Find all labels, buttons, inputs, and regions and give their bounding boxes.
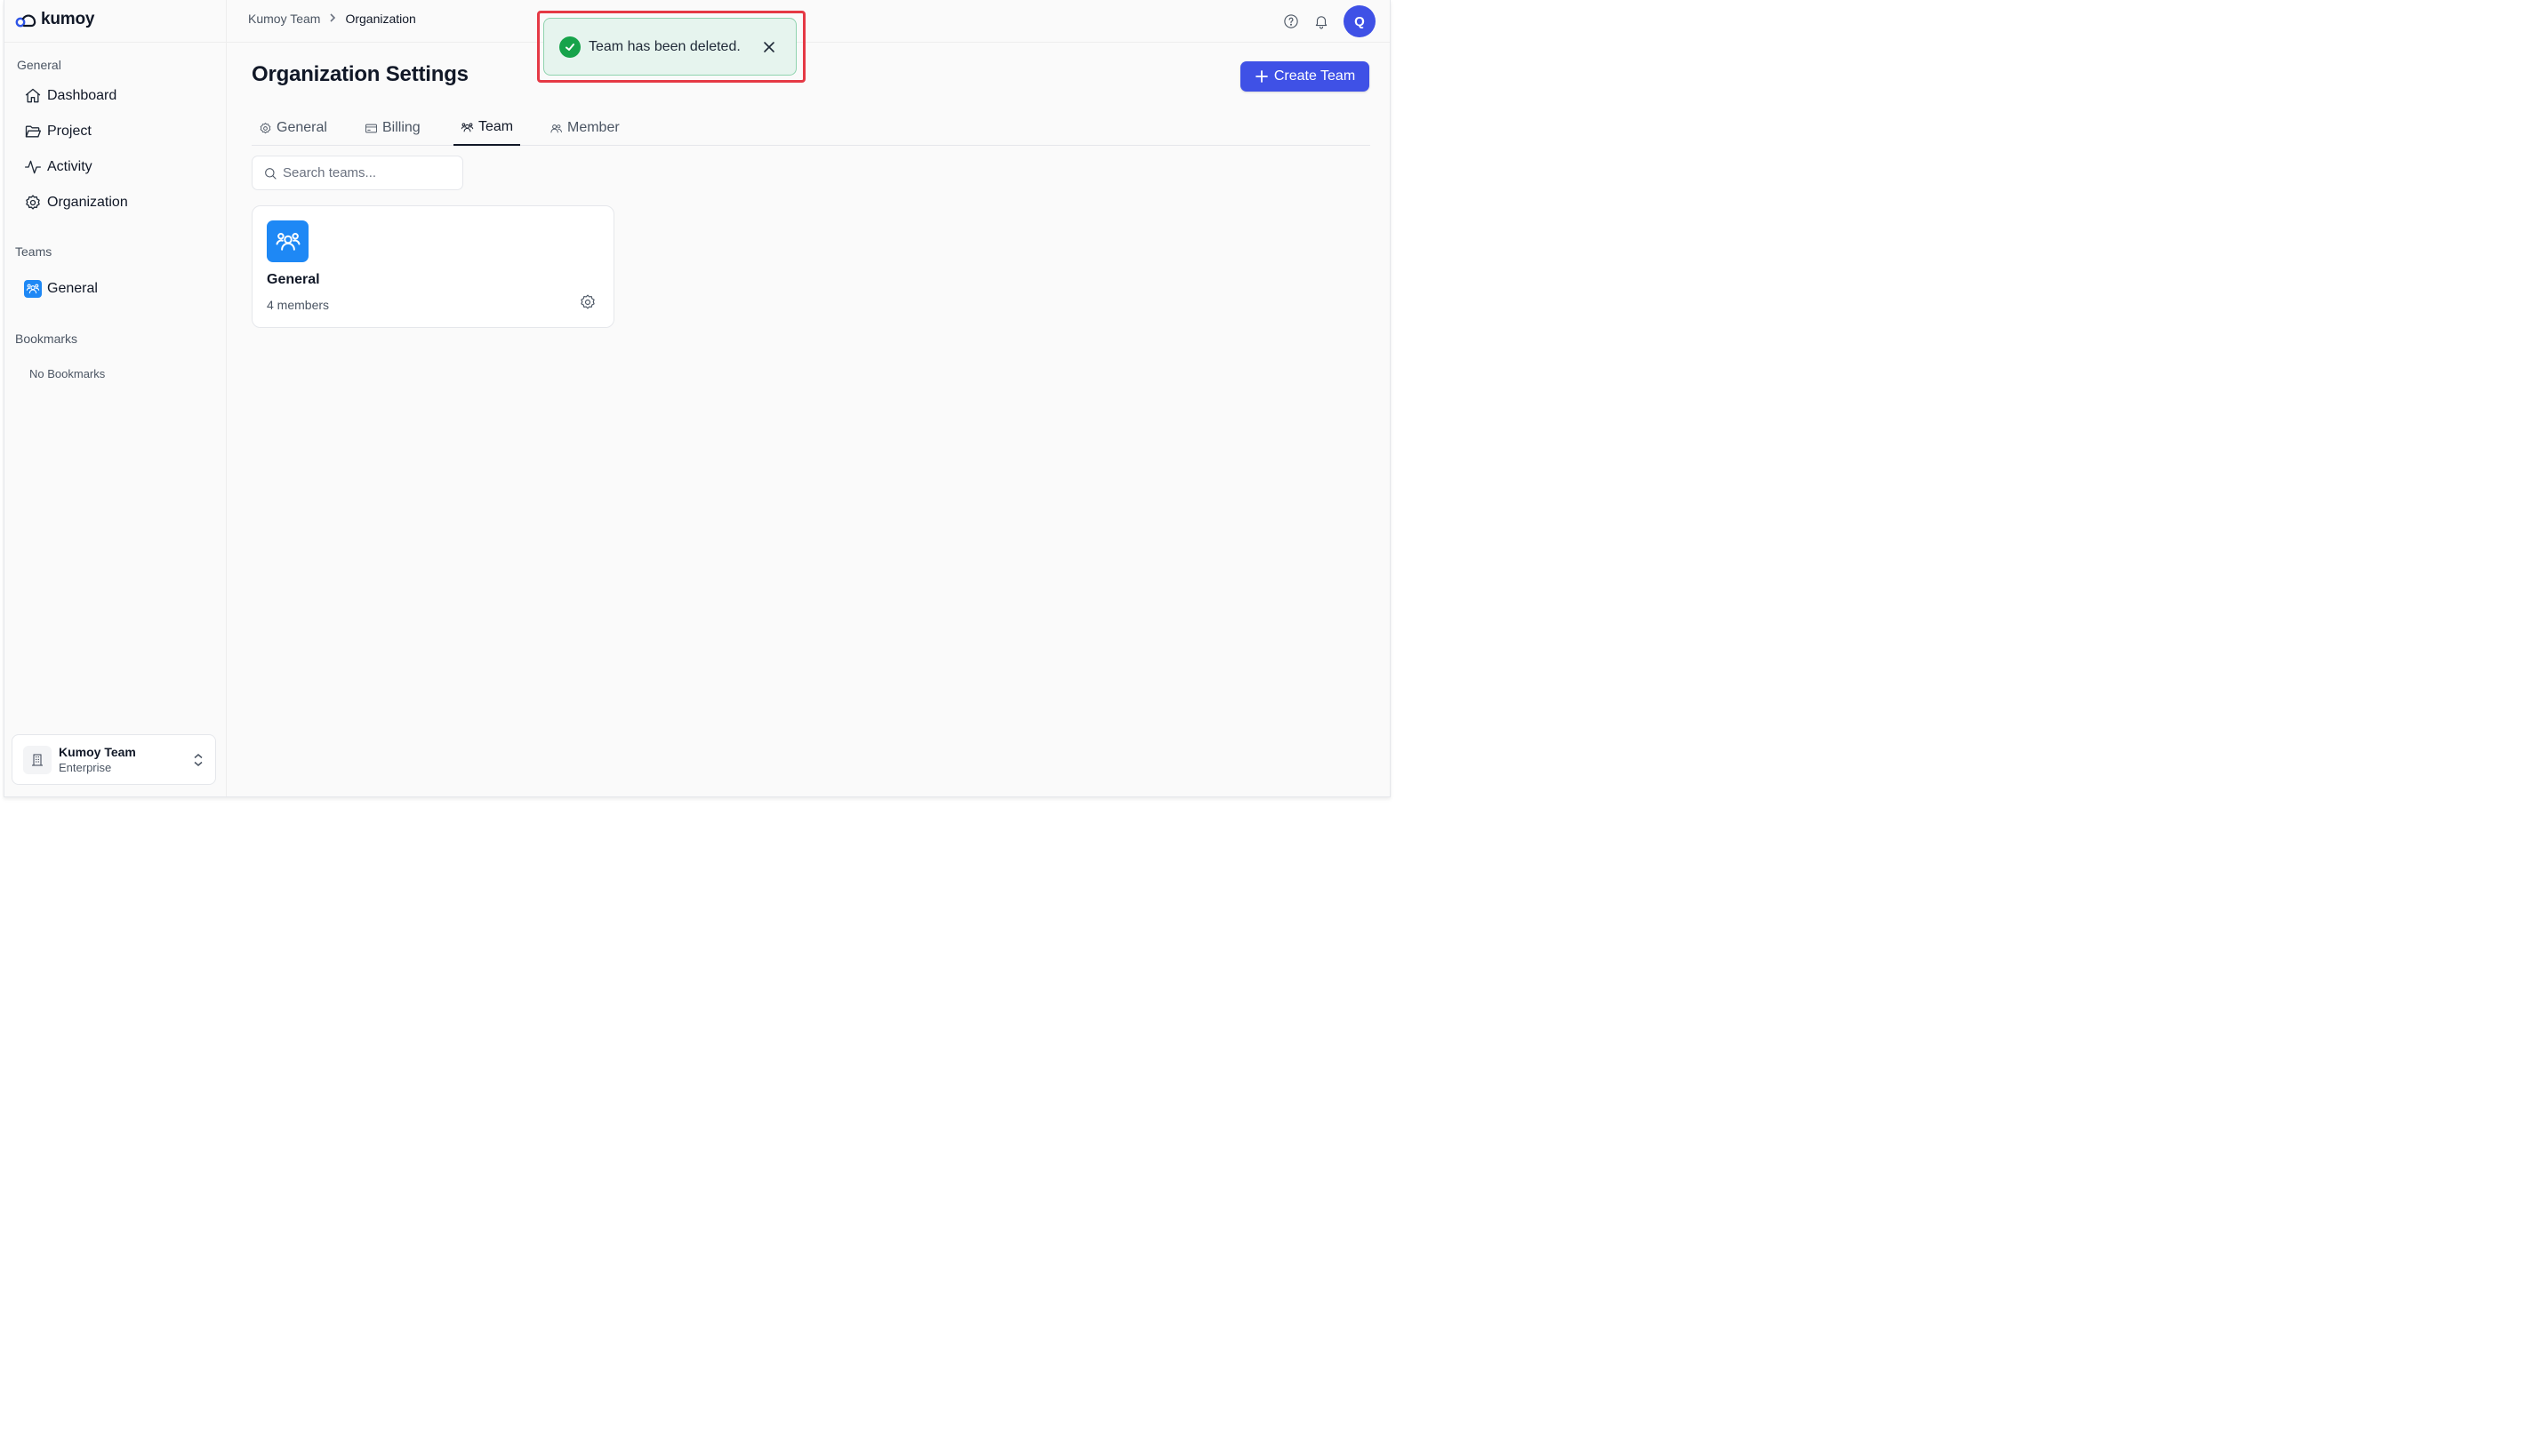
sidebar-item-label: General	[47, 281, 98, 296]
tab-member[interactable]: Member	[550, 110, 620, 146]
breadcrumb-item-team[interactable]: Kumoy Team	[248, 12, 320, 26]
gear-icon	[26, 195, 40, 210]
section-label-bookmarks: Bookmarks	[15, 332, 78, 346]
check-circle-icon	[559, 36, 581, 58]
team-card-member-count: 4 members	[267, 298, 330, 312]
divider	[4, 42, 227, 43]
breadcrumb-item-current: Organization	[345, 12, 416, 26]
logo-text: kumoy	[41, 10, 95, 28]
toast-message: Team has been deleted.	[589, 38, 741, 54]
home-icon	[25, 88, 41, 103]
gear-icon	[260, 122, 271, 133]
sidebar-item-label: Project	[47, 124, 92, 139]
app-logo[interactable]: kumoy	[15, 7, 94, 32]
chevron-right-icon	[327, 12, 338, 26]
tab-billing[interactable]: Billing	[365, 110, 421, 146]
tab-general[interactable]: General	[259, 110, 327, 146]
team-icon	[276, 232, 300, 251]
search-icon	[265, 167, 277, 180]
sidebar: kumoy General Dashboard Project Activity…	[4, 0, 227, 796]
team-card-name: General	[267, 272, 320, 287]
team-settings-gear-icon[interactable]	[579, 293, 597, 311]
team-card[interactable]: General 4 members	[252, 205, 614, 328]
chevron-up-down-icon	[192, 752, 205, 768]
org-switcher[interactable]: Kumoy Team Enterprise	[12, 734, 216, 785]
app-window: kumoy General Dashboard Project Activity…	[4, 0, 1391, 797]
sidebar-item-label: Dashboard	[47, 88, 117, 103]
success-toast: Team has been deleted.	[543, 18, 797, 76]
page-title: Organization Settings	[252, 62, 469, 86]
cloud-logo-icon	[15, 14, 36, 28]
folder-icon	[25, 125, 41, 138]
sidebar-item-project[interactable]: Project	[24, 118, 92, 145]
plus-icon	[1255, 70, 1268, 83]
org-plan: Enterprise	[59, 761, 112, 774]
team-badge	[24, 280, 42, 298]
help-icon[interactable]	[1283, 13, 1299, 29]
team-search	[252, 156, 463, 190]
user-avatar[interactable]: Q	[1344, 5, 1376, 37]
sidebar-item-activity[interactable]: Activity	[24, 154, 92, 180]
tab-label: Member	[567, 120, 620, 135]
sidebar-item-label: Activity	[47, 159, 92, 174]
org-name: Kumoy Team	[59, 745, 136, 759]
team-card-avatar	[267, 220, 309, 262]
sidebar-item-team-general[interactable]: General	[24, 276, 98, 302]
tab-label: Team	[478, 119, 514, 134]
activity-icon	[25, 160, 41, 174]
no-bookmarks-text: No Bookmarks	[29, 367, 106, 380]
section-label-teams: Teams	[15, 244, 52, 259]
topbar: Kumoy Team Organization Q	[227, 0, 1390, 43]
sidebar-item-organization[interactable]: Organization	[24, 189, 128, 216]
search-input[interactable]	[283, 165, 461, 180]
create-team-label: Create Team	[1273, 68, 1356, 84]
bell-icon[interactable]	[1313, 13, 1329, 29]
sidebar-item-dashboard[interactable]: Dashboard	[24, 83, 116, 109]
tab-label: Billing	[382, 120, 421, 135]
users-icon	[550, 124, 562, 132]
credit-card-icon	[365, 124, 377, 132]
section-label-general: General	[17, 58, 61, 72]
org-icon-wrap	[23, 745, 52, 774]
breadcrumb: Kumoy Team Organization	[248, 12, 416, 26]
team-icon	[461, 123, 474, 132]
close-icon[interactable]	[761, 39, 777, 55]
sidebar-item-label: Organization	[47, 195, 128, 210]
building-icon	[32, 754, 43, 765]
tab-team[interactable]: Team	[453, 110, 521, 146]
tab-label: General	[277, 120, 327, 135]
create-team-button[interactable]: Create Team	[1240, 61, 1369, 92]
org-text: Kumoy Team Enterprise	[59, 745, 136, 774]
topbar-actions: Q	[1283, 5, 1376, 37]
team-icon	[26, 284, 40, 294]
settings-tabs: General Billing Team Member	[252, 110, 1370, 146]
